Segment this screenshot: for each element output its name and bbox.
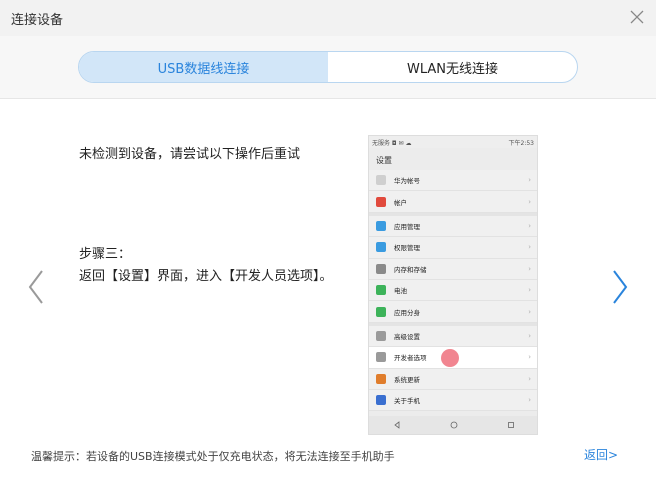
chevron-right-icon: › (528, 221, 531, 230)
apps-icon (376, 220, 386, 231)
tab-bar: USB数据线连接 WLAN无线连接 (0, 36, 656, 99)
chevron-right-icon: › (528, 374, 531, 383)
phone-info-icon (376, 395, 386, 406)
step-title: 步骤三： (79, 247, 132, 262)
warm-tip: 温馨提示：若设备的USB连接模式处于仅充电状态，将无法连接至手机助手 (31, 450, 395, 463)
previous-arrow-icon[interactable] (24, 267, 48, 307)
twin-app-icon (376, 306, 386, 317)
chevron-right-icon: › (528, 264, 531, 273)
phone-screenshot: 无服务 ◘ ✉ ☁ 下午2:53 设置 华为帐号 › 帐户 › 应用管理 › 权限管理… (368, 135, 538, 435)
battery-icon (376, 285, 386, 296)
recents-icon (507, 422, 514, 428)
next-arrow-icon[interactable] (608, 267, 632, 307)
settings-row: 关于手机 › (369, 389, 537, 412)
close-icon[interactable] (630, 10, 644, 24)
chevron-right-icon: › (528, 197, 531, 206)
chevron-right-icon: › (528, 396, 531, 405)
user-icon (376, 196, 386, 207)
chevron-right-icon: › (528, 353, 531, 362)
settings-row: 高级设置 › (369, 325, 537, 348)
settings-row: 应用管理 › (369, 215, 537, 238)
status-time: 下午2:53 (508, 139, 534, 147)
touch-indicator (441, 349, 459, 368)
settings-row-developer: 开发者选项 › (369, 347, 537, 369)
window-title: 连接设备 (11, 13, 64, 28)
developer-icon (376, 352, 386, 363)
chevron-right-icon: › (528, 307, 531, 316)
no-device-message: 未检测到设备，请尝试以下操作后重试 (79, 147, 301, 162)
storage-icon (376, 263, 386, 274)
step-instructions: 返回【设置】界面，进入【开发人员选项】。 (79, 269, 333, 284)
phone-settings-title: 设置 (376, 156, 392, 165)
title-bar: 连接设备 (0, 0, 656, 36)
content-area: 未检测到设备，请尝试以下操作后重试 步骤三： 返回【设置】界面，进入【开发人员选… (0, 99, 656, 499)
connection-tabs: USB数据线连接 WLAN无线连接 (78, 51, 578, 83)
settings-row: 权限管理 › (369, 237, 537, 259)
status-left: 无服务 ◘ ✉ ☁ (372, 139, 412, 147)
settings-row: 华为帐号 › (369, 170, 537, 192)
phone-status-bar: 无服务 ◘ ✉ ☁ 下午2:53 (369, 136, 537, 148)
account-icon (376, 175, 386, 186)
chevron-right-icon: › (528, 286, 531, 295)
chevron-right-icon: › (528, 243, 531, 252)
settings-row: 应用分身 › (369, 301, 537, 323)
update-icon (376, 373, 386, 384)
settings-row: 帐户 › (369, 191, 537, 213)
chevron-right-icon: › (528, 176, 531, 185)
tab-wlan[interactable]: WLAN无线连接 (328, 52, 577, 82)
settings-row: 系统更新 › (369, 368, 537, 390)
back-icon (394, 421, 400, 429)
home-icon (450, 421, 458, 429)
gear-icon (376, 330, 386, 341)
settings-row: 电池 › (369, 279, 537, 302)
tab-usb[interactable]: USB数据线连接 (79, 52, 328, 82)
chevron-right-icon: › (528, 331, 531, 340)
key-icon (376, 242, 386, 253)
return-link[interactable]: 返回> (584, 446, 618, 463)
phone-nav-bar (369, 416, 537, 434)
settings-row: 内存和存储 › (369, 258, 537, 280)
